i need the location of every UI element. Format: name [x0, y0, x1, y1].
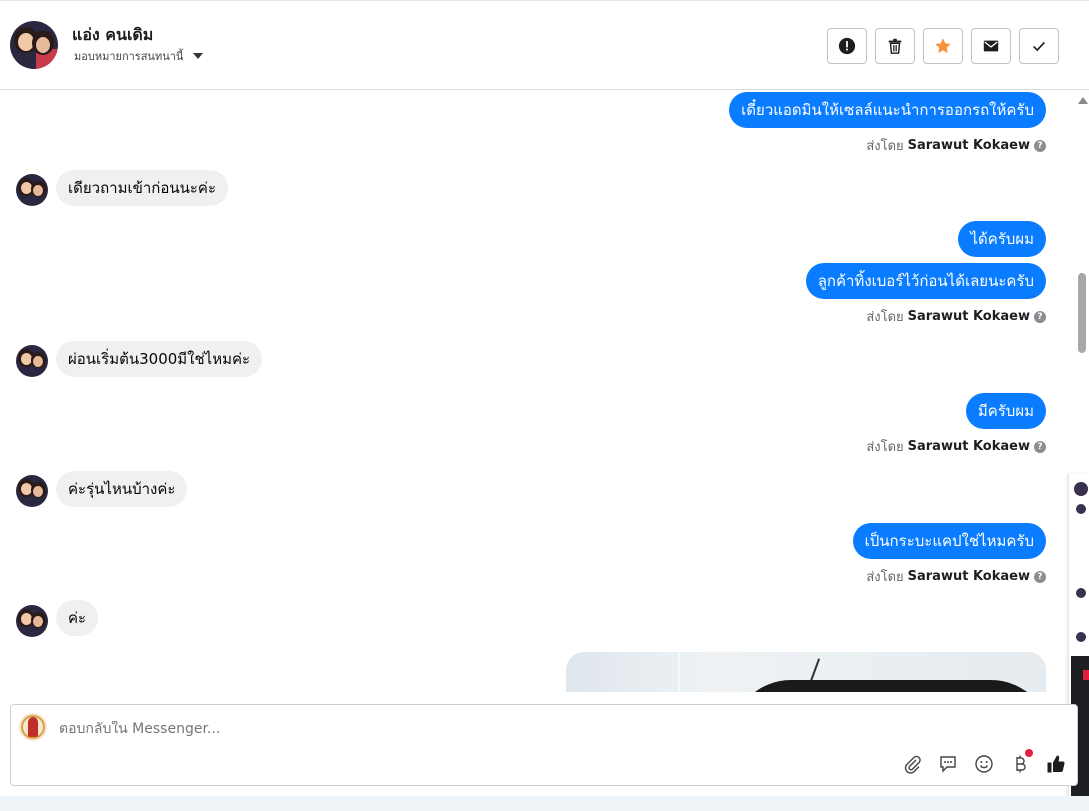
- image-car-antenna: [809, 658, 821, 682]
- help-icon[interactable]: ?: [1034, 440, 1046, 453]
- sender-name: Sarawut Kokaew: [907, 439, 1030, 454]
- assign-dropdown[interactable]: มอบหมายการสนทนานี้: [74, 47, 204, 65]
- saved-replies-button[interactable]: [937, 753, 959, 775]
- image-car: [731, 680, 1046, 692]
- conversation-actions: [827, 28, 1059, 64]
- page-avatar-figure: [28, 717, 38, 737]
- sent-by-label: ส่งโดย Sarawut Kokaew ?: [866, 566, 1046, 587]
- page-avatar: [19, 713, 47, 741]
- sender-name: Sarawut Kokaew: [907, 138, 1030, 153]
- contact-avatar-small[interactable]: [16, 605, 48, 637]
- contact-avatar-small[interactable]: [16, 174, 48, 206]
- incoming-message[interactable]: ค่ะรุ่นไหนบ้างค่ะ: [56, 471, 188, 507]
- baht-icon: [1016, 755, 1026, 773]
- messenger-inbox: แอ่ง คนเดิม มอบหมายการสนทนานี้ เดี๋ยวแอด…: [0, 0, 1089, 811]
- incoming-message[interactable]: ผ่อนเริ่มต้น3000มีใช่ไหมค่ะ: [56, 341, 263, 377]
- scroll-thumb[interactable]: [1078, 273, 1086, 353]
- trash-icon: [888, 38, 902, 54]
- contact-avatar-small[interactable]: [16, 475, 48, 507]
- contact-avatar-small[interactable]: [16, 345, 48, 377]
- side-avatar[interactable]: [1076, 632, 1086, 642]
- incoming-message[interactable]: ค่ะ: [56, 600, 99, 636]
- sent-by-prefix: ส่งโดย: [866, 440, 904, 455]
- saved-reply-icon: [940, 756, 956, 773]
- help-icon[interactable]: ?: [1034, 570, 1046, 583]
- incoming-message[interactable]: เดียวถามเข้าก่อนนะค่ะ: [56, 170, 229, 206]
- alert-icon: [838, 37, 856, 55]
- thumbs-up-icon: [1047, 755, 1065, 773]
- emoji-icon: [975, 755, 993, 773]
- side-avatar[interactable]: [1076, 504, 1086, 514]
- help-icon[interactable]: ?: [1034, 139, 1046, 152]
- outgoing-message[interactable]: เดี๋ยวแอดมินให้เซลล์แนะนำการออกรถให้ครับ: [729, 92, 1046, 128]
- payment-button[interactable]: [1009, 749, 1033, 775]
- mark-spam-button[interactable]: [827, 28, 867, 64]
- sender-name: Sarawut Kokaew: [907, 569, 1030, 584]
- composer-tools: [901, 749, 1067, 775]
- side-avatar[interactable]: [1074, 482, 1088, 496]
- conversation-header: แอ่ง คนเดิม มอบหมายการสนทนานี้: [0, 0, 1089, 90]
- sent-by-prefix: ส่งโดย: [866, 310, 904, 325]
- sender-name: Sarawut Kokaew: [907, 309, 1030, 324]
- sent-by-label: ส่งโดย Sarawut Kokaew ?: [866, 306, 1046, 327]
- delete-button[interactable]: [875, 28, 915, 64]
- star-icon: [935, 38, 951, 54]
- mark-done-button[interactable]: [1019, 28, 1059, 64]
- message-thread[interactable]: เดี๋ยวแอดมินให้เซลล์แนะนำการออกรถให้ครับ…: [0, 90, 1064, 692]
- side-avatar[interactable]: [1076, 588, 1086, 598]
- mail-icon: [983, 40, 999, 52]
- mark-unread-button[interactable]: [971, 28, 1011, 64]
- emoji-button[interactable]: [973, 753, 995, 775]
- sent-by-label: ส่งโดย Sarawut Kokaew ?: [866, 135, 1046, 156]
- sent-by-label: ส่งโดย Sarawut Kokaew ?: [866, 436, 1046, 457]
- scroll-up-arrow-icon[interactable]: [1078, 97, 1088, 104]
- reply-input[interactable]: [59, 721, 659, 737]
- assign-label: มอบหมายการสนทนานี้: [74, 50, 184, 63]
- check-icon: [1033, 41, 1045, 52]
- contact-name: แอ่ง คนเดิม: [72, 25, 154, 44]
- star-button[interactable]: [923, 28, 963, 64]
- sent-by-prefix: ส่งโดย: [866, 570, 904, 585]
- bottom-bar: [0, 796, 1089, 811]
- outgoing-message[interactable]: ลูกค้าทิ้งเบอร์ไว้ก่อนได้เลยนะครับ: [805, 263, 1046, 299]
- attach-button[interactable]: [901, 753, 923, 775]
- reply-composer: [10, 704, 1078, 786]
- side-badge: [1083, 670, 1089, 680]
- image-attachment[interactable]: [566, 652, 1046, 692]
- sent-by-prefix: ส่งโดย: [866, 139, 904, 154]
- contact-avatar[interactable]: [10, 21, 58, 69]
- image-background-detail: [678, 652, 680, 692]
- like-button[interactable]: [1045, 753, 1067, 775]
- help-icon[interactable]: ?: [1034, 310, 1046, 323]
- outgoing-message[interactable]: มีครับผม: [965, 393, 1046, 429]
- notification-dot: [1025, 749, 1033, 757]
- outgoing-message[interactable]: ได้ครับผม: [958, 221, 1046, 257]
- chevron-down-icon: [193, 53, 204, 59]
- paperclip-icon: [904, 755, 921, 774]
- outgoing-message[interactable]: เป็นกระบะแคปใช่ไหมครับ: [852, 523, 1046, 559]
